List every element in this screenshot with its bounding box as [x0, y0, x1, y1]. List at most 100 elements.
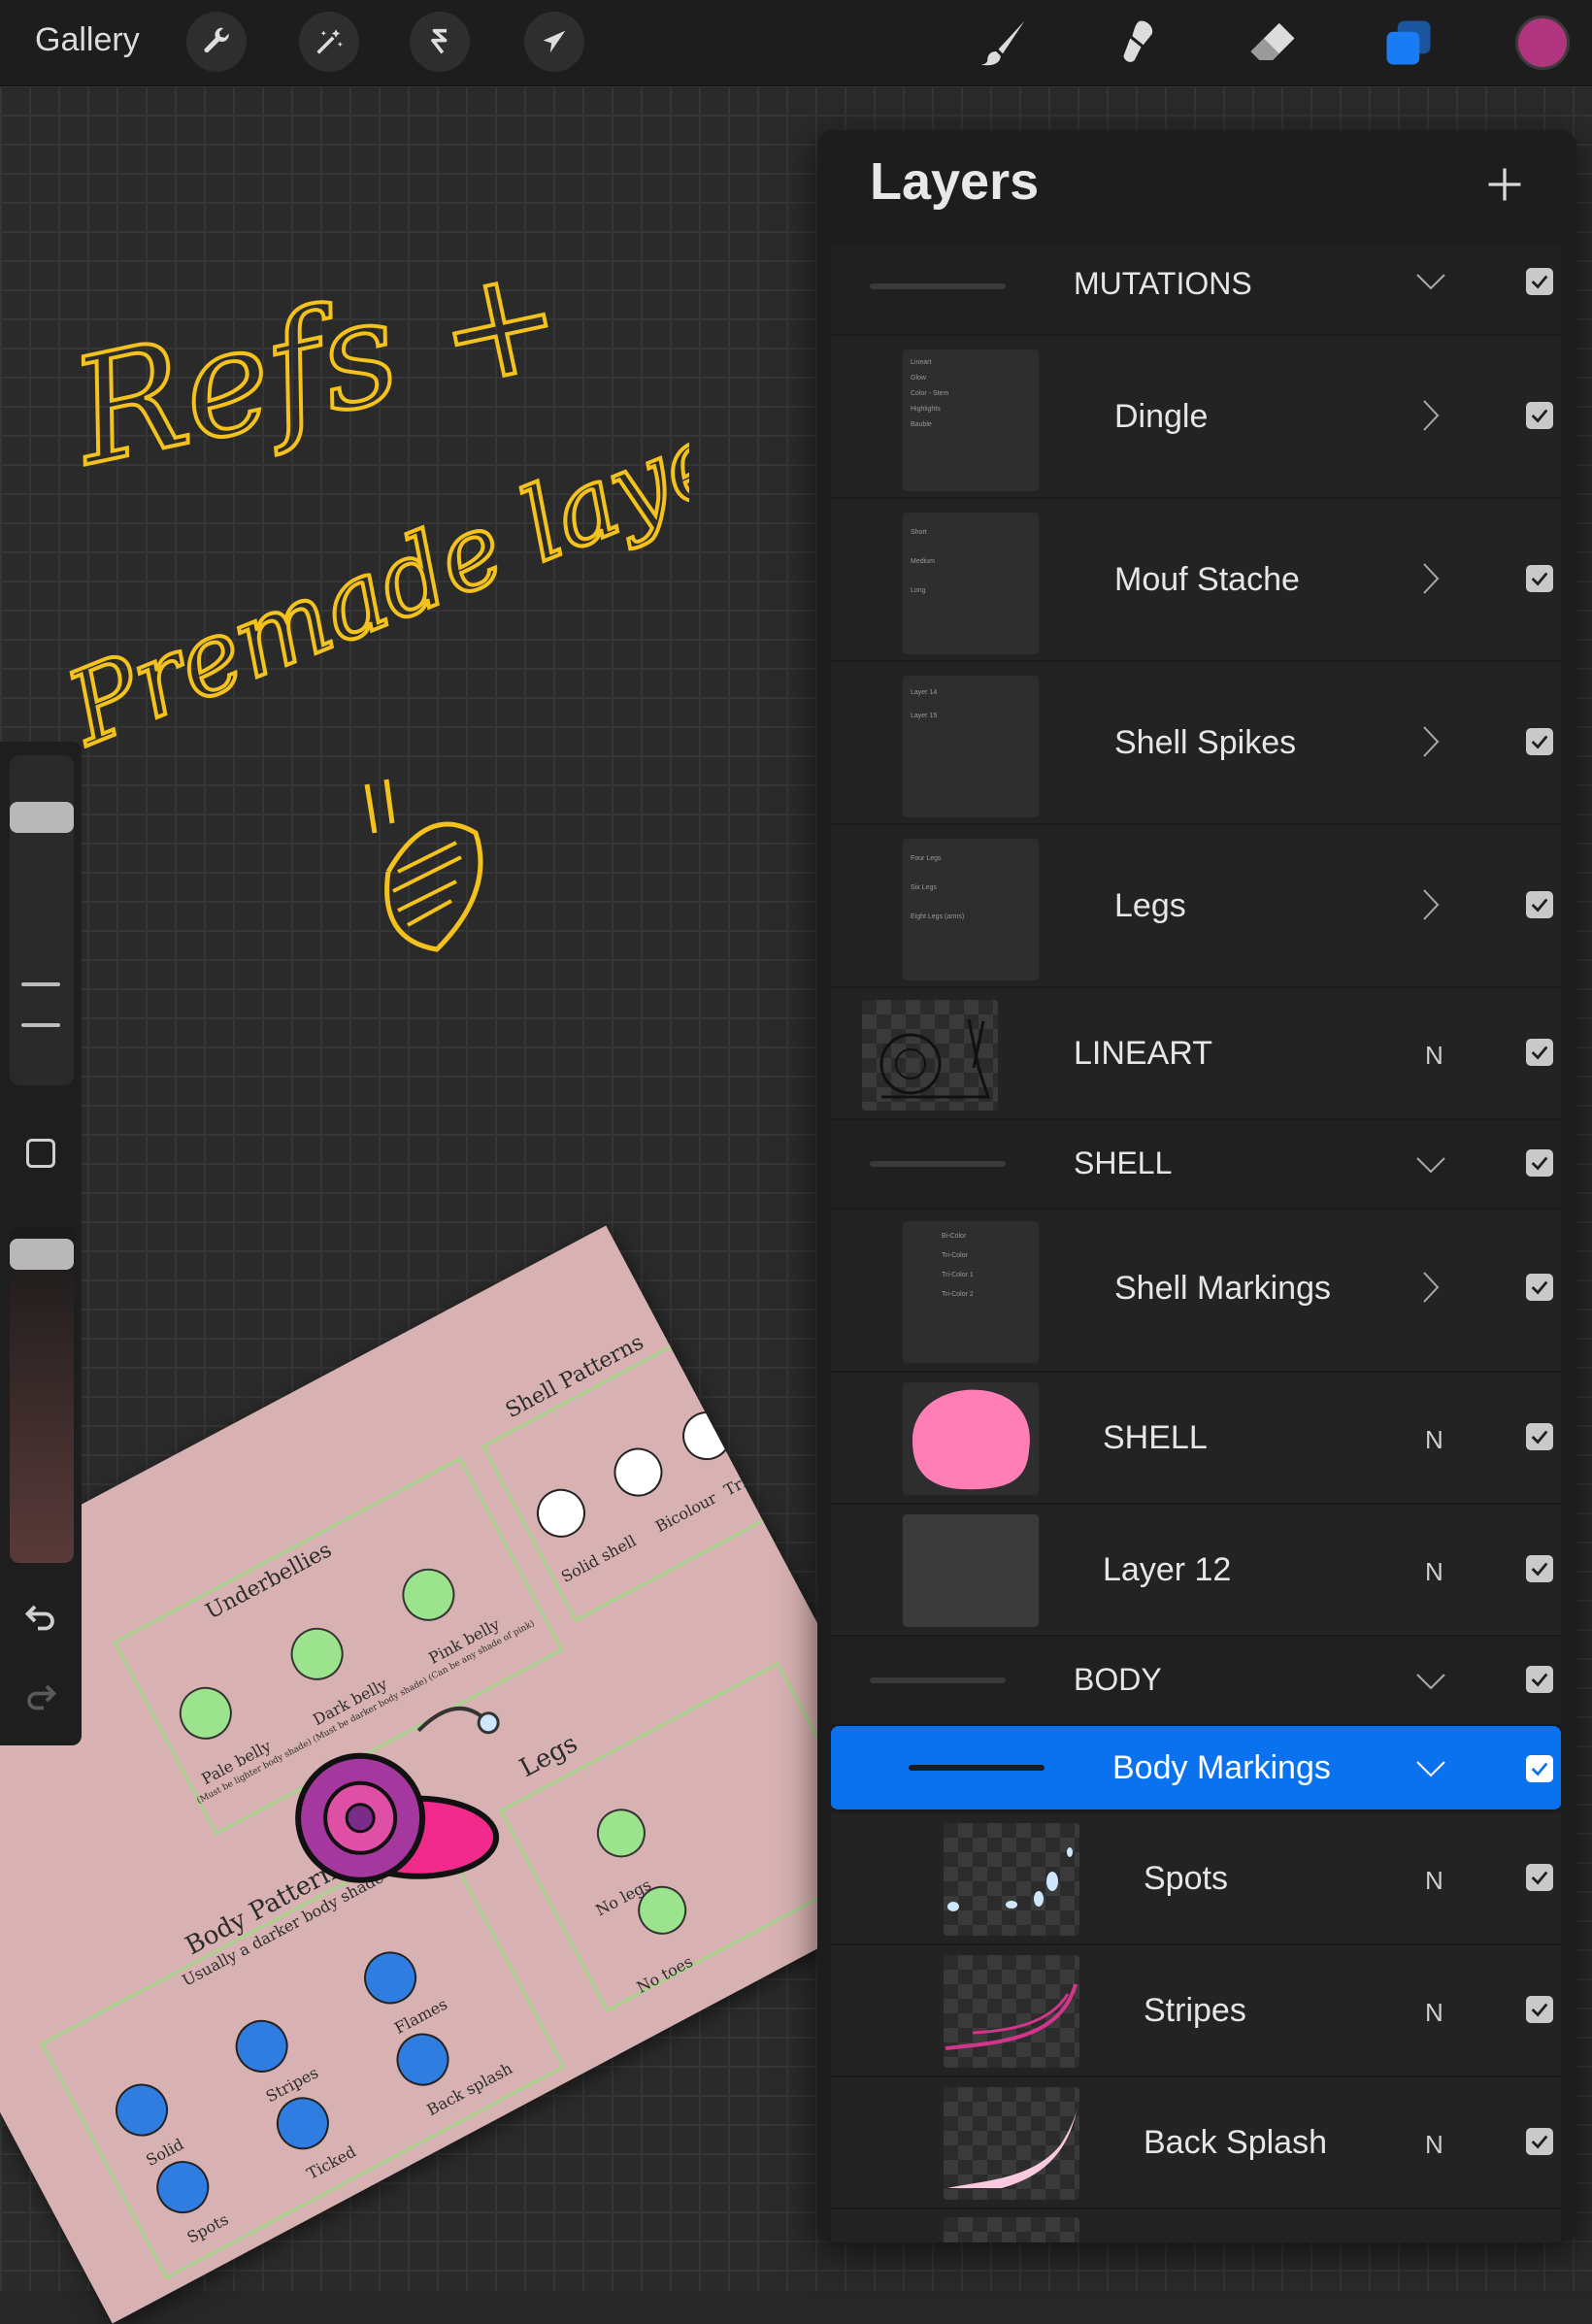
- group-indicator: [870, 1677, 1006, 1683]
- layer-group-shell-spikes[interactable]: Layer 14 Layer 15 Shell Spikes: [831, 662, 1561, 825]
- modify-button[interactable]: [21, 1134, 60, 1173]
- visibility-checkbox[interactable]: [1526, 1996, 1553, 2023]
- layer-group-body[interactable]: BODY: [831, 1637, 1561, 1726]
- eraser-button[interactable]: [1244, 14, 1302, 72]
- check-icon: [1531, 275, 1548, 289]
- layer-group-mouf-stache[interactable]: Short Medium Long Mouf Stache: [831, 499, 1561, 662]
- layer-thumbnail: [903, 1382, 1039, 1495]
- opacity-thumb[interactable]: [10, 1239, 74, 1270]
- adjustments-button[interactable]: [299, 12, 359, 72]
- layer-group-mutations[interactable]: MUTATIONS: [831, 247, 1561, 336]
- layer-thumbnail: [903, 1514, 1039, 1627]
- thumb-layer: Long: [911, 587, 926, 594]
- blend-mode-button[interactable]: N: [1425, 1866, 1443, 1896]
- visibility-checkbox[interactable]: [1526, 1423, 1553, 1450]
- layer-shell[interactable]: SHELL N: [831, 1373, 1561, 1505]
- chevron-right-icon: [1423, 1272, 1440, 1303]
- visibility-checkbox[interactable]: [1526, 1666, 1553, 1693]
- expand-toggle[interactable]: [1413, 1270, 1448, 1305]
- thumb-layer: Layer 14: [911, 689, 938, 696]
- expand-toggle[interactable]: [1413, 561, 1448, 596]
- plus-icon: [1488, 168, 1521, 201]
- check-icon: [1531, 1673, 1548, 1687]
- visibility-checkbox[interactable]: [1526, 1274, 1553, 1301]
- reference-artwork[interactable]: Underbellies Pale belly Dark belly Pink …: [0, 1225, 953, 2324]
- check-icon: [1531, 735, 1548, 749]
- layer-group-shell-markings[interactable]: Bi-Color Tri-Color Tri-Color 1 Tri-Color…: [831, 1210, 1561, 1373]
- visibility-checkbox[interactable]: [1526, 2128, 1553, 2155]
- layer-name: BODY: [1074, 1662, 1162, 1697]
- group-thumbnail: Lineart Glow Color - Stem Highlights Bau…: [903, 349, 1039, 491]
- layer-name: SHELL: [1103, 1419, 1208, 1456]
- expand-toggle[interactable]: [1413, 724, 1448, 759]
- thumb-layer: Lineart: [911, 359, 932, 366]
- visibility-checkbox[interactable]: [1526, 1864, 1553, 1891]
- layer-lineart[interactable]: LINEART N: [831, 988, 1561, 1120]
- layer-group-legs[interactable]: Four Legs Six Legs Eight Legs (arms) Leg…: [831, 825, 1561, 988]
- visibility-checkbox[interactable]: [1526, 268, 1553, 295]
- visibility-checkbox[interactable]: [1526, 1149, 1553, 1177]
- add-layer-button[interactable]: [1477, 157, 1532, 212]
- expand-toggle[interactable]: [1413, 398, 1448, 433]
- blend-mode-button[interactable]: N: [1425, 1998, 1443, 2028]
- thumb-layer: Highlights: [911, 406, 941, 413]
- gallery-button[interactable]: Gallery: [35, 21, 140, 59]
- layer-name: SHELL: [1074, 1145, 1173, 1180]
- chevron-down-icon: [1416, 1761, 1445, 1777]
- visibility-checkbox[interactable]: [1526, 1039, 1553, 1066]
- chevron-right-icon: [1423, 726, 1440, 757]
- layer-spots[interactable]: Spots N: [831, 1813, 1561, 1945]
- top-toolbar: Gallery: [0, 0, 1592, 86]
- opacity-slider[interactable]: [10, 1227, 74, 1563]
- layer-12[interactable]: Layer 12 N: [831, 1505, 1561, 1637]
- color-picker-button[interactable]: [1515, 16, 1570, 70]
- layer-group-shell[interactable]: SHELL: [831, 1120, 1561, 1210]
- thumb-layer: Layer 15: [911, 713, 938, 719]
- transform-button[interactable]: [524, 12, 584, 72]
- thumb-layer: Bi-Color: [942, 1233, 967, 1240]
- thumb-layer: Medium: [911, 558, 935, 565]
- selection-button[interactable]: [410, 12, 470, 72]
- collapse-toggle[interactable]: [1413, 1147, 1448, 1182]
- visibility-checkbox[interactable]: [1526, 402, 1553, 429]
- visibility-checkbox[interactable]: [1526, 1755, 1553, 1782]
- layer-back-splash[interactable]: Back Splash N: [831, 2077, 1561, 2209]
- layer-partial[interactable]: [831, 2209, 1561, 2242]
- group-thumbnail: Bi-Color Tri-Color Tri-Color 1 Tri-Color…: [903, 1221, 1039, 1363]
- visibility-checkbox[interactable]: [1526, 1555, 1553, 1582]
- check-icon: [1531, 1046, 1548, 1060]
- redo-icon: [27, 1684, 57, 1710]
- collapse-toggle[interactable]: [1413, 1664, 1448, 1699]
- blend-mode-button[interactable]: N: [1425, 1557, 1443, 1587]
- thumb-layer: Four Legs: [911, 855, 942, 862]
- brush-icon: [980, 20, 1025, 66]
- visibility-checkbox[interactable]: [1526, 891, 1553, 918]
- chevron-right-icon: [1423, 889, 1440, 920]
- snail-outline-thumb: [879, 1018, 991, 1099]
- brush-size-thumb[interactable]: [10, 802, 74, 833]
- collapse-toggle[interactable]: [1413, 1751, 1448, 1786]
- eraser-icon: [1250, 22, 1295, 60]
- actions-button[interactable]: [186, 12, 247, 72]
- note-line-1: Refs +: [68, 231, 577, 499]
- undo-button[interactable]: [21, 1596, 60, 1635]
- visibility-checkbox[interactable]: [1526, 728, 1553, 755]
- blend-mode-button[interactable]: N: [1425, 1041, 1443, 1071]
- group-indicator: [870, 1161, 1006, 1167]
- layer-group-dingle[interactable]: Lineart Glow Color - Stem Highlights Bau…: [831, 336, 1561, 499]
- visibility-checkbox[interactable]: [1526, 565, 1553, 592]
- brush-button[interactable]: [974, 14, 1032, 72]
- check-icon: [1531, 1871, 1548, 1885]
- layer-stripes[interactable]: Stripes N: [831, 1945, 1561, 2077]
- layer-group-body-markings[interactable]: Body Markings: [831, 1726, 1561, 1811]
- expand-toggle[interactable]: [1413, 887, 1448, 922]
- smudge-button[interactable]: [1108, 14, 1166, 72]
- blend-mode-button[interactable]: N: [1425, 2130, 1443, 2160]
- chevron-down-icon: [1416, 1157, 1445, 1174]
- blend-mode-button[interactable]: N: [1425, 1425, 1443, 1455]
- layers-button[interactable]: [1379, 14, 1438, 72]
- chevron-down-icon: [1416, 1674, 1445, 1690]
- redo-button[interactable]: [21, 1676, 60, 1714]
- collapse-toggle[interactable]: [1413, 264, 1448, 299]
- slider-tick: [21, 982, 60, 986]
